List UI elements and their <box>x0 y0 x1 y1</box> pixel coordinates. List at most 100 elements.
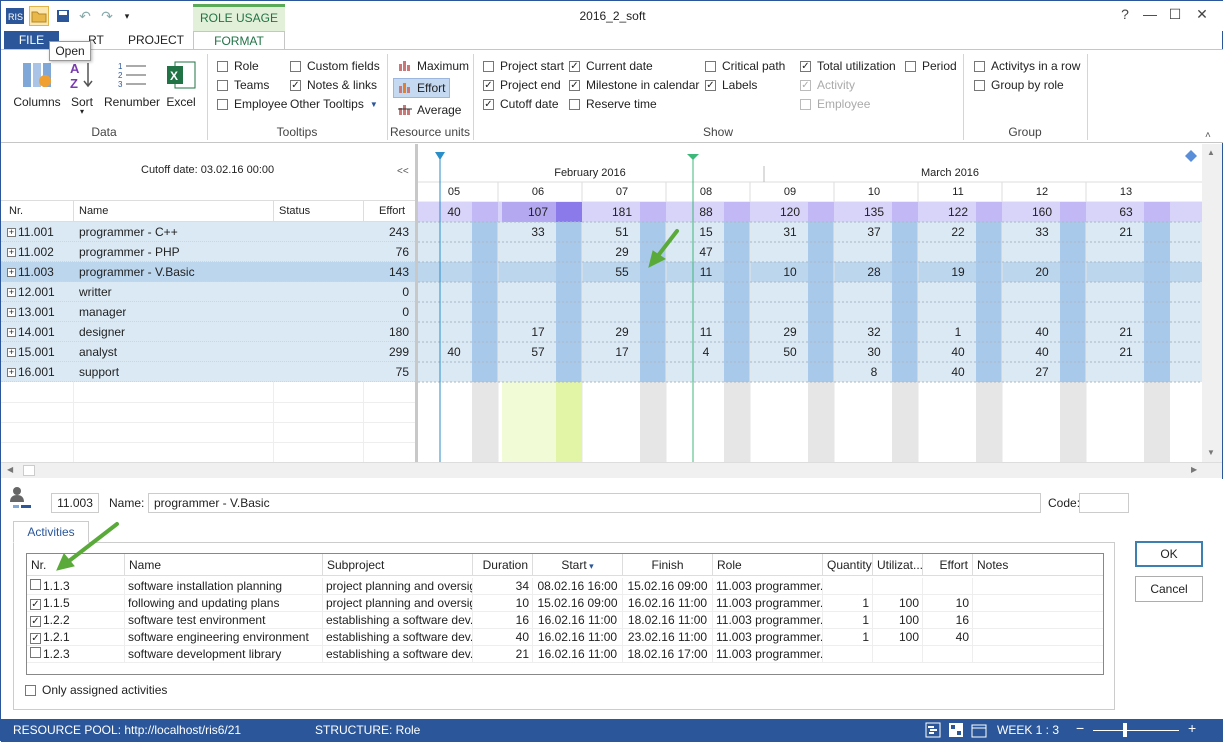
activity-checkbox[interactable]: ✓ <box>30 616 41 627</box>
usage-value[interactable]: 40 <box>938 362 978 382</box>
employee-checkbox[interactable]: Employee <box>217 96 287 112</box>
expand-icon[interactable]: + <box>7 228 16 238</box>
usage-value[interactable]: 20 <box>1022 262 1062 282</box>
usage-value[interactable]: 15 <box>686 222 726 242</box>
usage-value[interactable]: 27 <box>1022 362 1062 382</box>
excel-button[interactable]: X Excel <box>163 58 199 109</box>
custom-fields-checkbox[interactable]: Custom fields <box>290 58 380 74</box>
gantt-view-icon[interactable] <box>925 722 941 741</box>
expand-icon[interactable]: + <box>7 248 16 258</box>
activity-cell-nr[interactable]: 1.1.3 <box>27 578 125 595</box>
columns-button[interactable]: Columns <box>11 58 63 109</box>
expand-icon[interactable]: + <box>7 268 16 278</box>
column-header-subproject[interactable]: Subproject <box>323 554 473 576</box>
usage-value[interactable]: 55 <box>602 262 642 282</box>
total-utilization-checkbox[interactable]: ✓ Total utilization <box>800 58 896 74</box>
activity-checkbox[interactable] <box>30 647 41 658</box>
ok-button[interactable]: OK <box>1135 541 1203 567</box>
tab-activities[interactable]: Activities <box>13 521 89 543</box>
usage-value[interactable]: 40 <box>1022 322 1062 342</box>
usage-value[interactable]: 17 <box>518 322 558 342</box>
usage-view-icon[interactable] <box>948 722 964 741</box>
usage-value[interactable]: 32 <box>854 322 894 342</box>
close-button[interactable]: ✕ <box>1190 6 1214 26</box>
project-end-checkbox[interactable]: ✓ Project end <box>483 77 561 93</box>
column-header-quantity[interactable]: Quantity <box>823 554 873 576</box>
usage-value[interactable]: 17 <box>602 342 642 362</box>
activity-cell-nr[interactable]: ✓ 1.2.1 <box>27 629 125 646</box>
usage-value[interactable]: 1 <box>938 322 978 342</box>
expand-icon[interactable]: + <box>7 368 16 378</box>
activities-row-checkbox[interactable]: Activitys in a row <box>974 58 1080 74</box>
column-header-utilization[interactable]: Utilizat... <box>873 554 923 576</box>
usage-value[interactable]: 40 <box>434 342 474 362</box>
usage-value[interactable]: 21 <box>1106 322 1146 342</box>
activity-checkbox[interactable] <box>30 579 41 590</box>
usage-value[interactable]: 57 <box>518 342 558 362</box>
grid-row[interactable]: +11.001 programmer - C++ 243 <box>1 222 415 242</box>
collapse-button[interactable]: << <box>397 166 409 177</box>
zoom-slider-thumb[interactable] <box>1123 723 1127 737</box>
column-header-nr[interactable]: Nr. <box>27 554 125 576</box>
usage-value[interactable]: 21 <box>1106 222 1146 242</box>
maximize-button[interactable]: ☐ <box>1163 6 1187 26</box>
usage-value[interactable]: 29 <box>602 322 642 342</box>
usage-value[interactable]: 8 <box>854 362 894 382</box>
header-status[interactable]: Status <box>279 201 310 221</box>
current-date-checkbox[interactable]: ✓ Current date <box>569 58 653 74</box>
code-field[interactable] <box>1079 493 1129 513</box>
usage-value[interactable]: 37 <box>854 222 894 242</box>
cutoff-date-checkbox[interactable]: ✓ Cutoff date <box>483 96 559 112</box>
expand-icon[interactable]: + <box>7 308 16 318</box>
period-checkbox[interactable]: Period <box>905 58 957 74</box>
header-nr[interactable]: Nr. <box>9 201 23 221</box>
column-header-role[interactable]: Role <box>713 554 823 576</box>
nr-field[interactable]: 11.003 <box>51 493 99 513</box>
effort-button[interactable]: Effort <box>393 78 451 98</box>
maximum-button[interactable]: Maximum <box>394 56 473 76</box>
usage-value[interactable]: 22 <box>938 222 978 242</box>
usage-value[interactable]: 31 <box>770 222 810 242</box>
horizontal-scrollbar[interactable]: ◀ ▶ <box>1 462 1222 478</box>
column-header-name[interactable]: Name <box>125 554 323 576</box>
grid-row[interactable]: +12.001 writter 0 <box>1 282 415 302</box>
usage-value[interactable]: 33 <box>518 222 558 242</box>
activity-checkbox[interactable]: ✓ <box>30 633 41 644</box>
project-start-checkbox[interactable]: Project start <box>483 58 564 74</box>
column-header-effort[interactable]: Effort <box>923 554 973 576</box>
activity-checkbox[interactable]: ✓ <box>30 599 41 610</box>
header-name[interactable]: Name <box>79 201 108 221</box>
usage-value[interactable]: 4 <box>686 342 726 362</box>
only-assigned-checkbox[interactable]: Only assigned activities <box>25 682 167 698</box>
name-field[interactable]: programmer - V.Basic <box>148 493 1041 513</box>
zoom-out-button[interactable]: − <box>1076 720 1084 736</box>
labels-checkbox[interactable]: ✓ Labels <box>705 77 757 93</box>
average-button[interactable]: Average <box>394 100 465 120</box>
usage-value[interactable]: 29 <box>770 322 810 342</box>
usage-value[interactable]: 11 <box>686 322 726 342</box>
usage-value[interactable]: 11 <box>686 262 726 282</box>
grid-row[interactable]: +16.001 support 75 <box>1 362 415 382</box>
calendar-view-icon[interactable] <box>971 722 987 741</box>
minimize-button[interactable]: — <box>1138 6 1162 26</box>
collapse-ribbon-icon[interactable]: ˄ <box>1205 130 1211 141</box>
group-by-role-checkbox[interactable]: Group by role <box>974 77 1064 93</box>
vertical-scrollbar[interactable]: ▲ ▼ <box>1202 144 1222 462</box>
role-checkbox[interactable]: Role <box>217 58 259 74</box>
sort-button[interactable]: AZ Sort ▾ <box>65 58 99 116</box>
tab-project[interactable]: PROJECT <box>127 31 185 49</box>
usage-value[interactable]: 29 <box>602 242 642 262</box>
usage-value[interactable]: 30 <box>854 342 894 362</box>
usage-value[interactable]: 50 <box>770 342 810 362</box>
usage-value[interactable]: 40 <box>938 342 978 362</box>
column-header-notes[interactable]: Notes <box>973 554 1103 576</box>
zoom-slider[interactable] <box>1093 730 1179 731</box>
zoom-in-button[interactable]: + <box>1188 720 1196 736</box>
critical-path-checkbox[interactable]: Critical path <box>705 58 785 74</box>
activity-cell-nr[interactable]: ✓ 1.1.5 <box>27 595 125 612</box>
tab-format[interactable]: FORMAT <box>193 31 285 49</box>
usage-value[interactable]: 21 <box>1106 342 1146 362</box>
cancel-button[interactable]: Cancel <box>1135 576 1203 602</box>
milestone-calendar-checkbox[interactable]: ✓ Milestone in calendar <box>569 77 699 93</box>
usage-value[interactable]: 28 <box>854 262 894 282</box>
